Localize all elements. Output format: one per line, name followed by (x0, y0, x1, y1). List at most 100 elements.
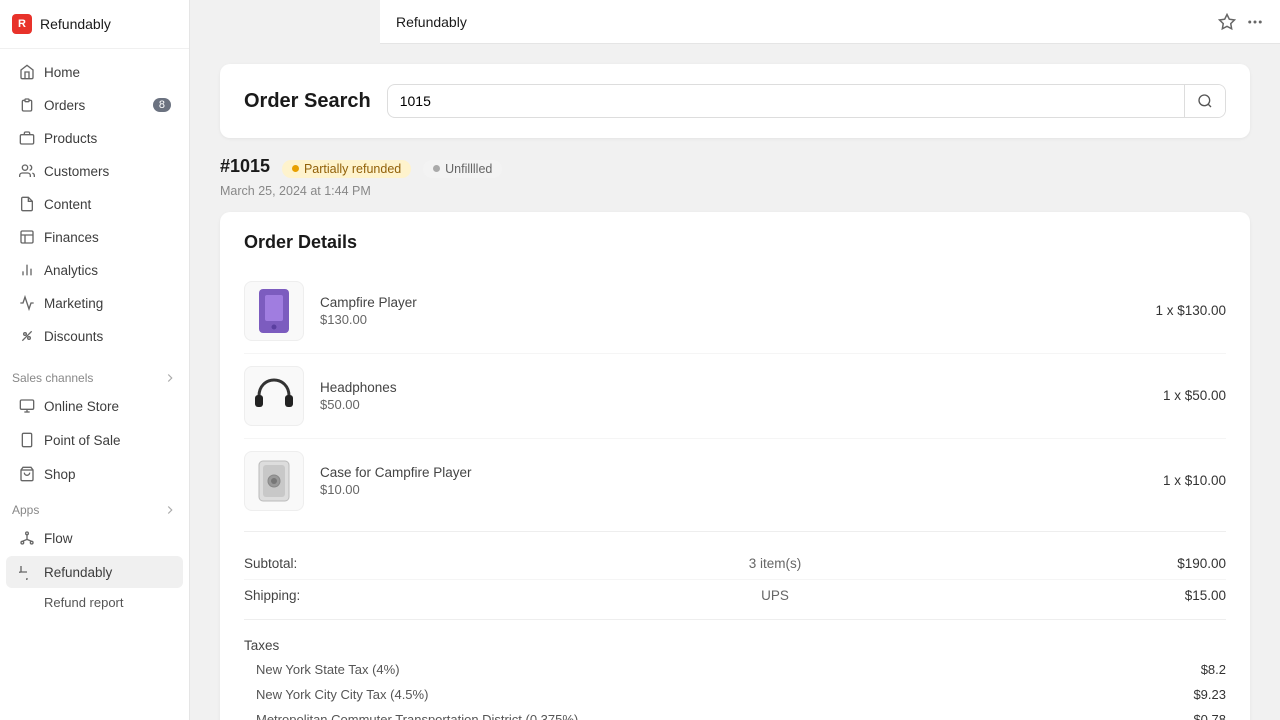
product-info-headphones: Headphones $50.00 (320, 380, 1163, 412)
sidebar-item-discounts[interactable]: Discounts (6, 320, 183, 352)
search-icon (1197, 93, 1213, 109)
topbar-icons (1218, 13, 1264, 31)
sidebar-item-label-point-of-sale: Point of Sale (44, 433, 121, 448)
online-store-icon (18, 397, 36, 415)
subtotal-row: Subtotal: 3 item(s) $190.00 (244, 548, 1226, 580)
product-qty-case: 1 x $10.00 (1163, 473, 1226, 488)
sidebar-item-online-store[interactable]: Online Store (6, 390, 183, 422)
tax-label-0: New York State Tax (4%) (244, 662, 1201, 677)
product-info-case: Case for Campfire Player $10.00 (320, 465, 1163, 497)
tax-row-0: New York State Tax (4%) $8.2 (244, 657, 1226, 682)
orders-icon (18, 96, 36, 114)
sidebar-item-analytics[interactable]: Analytics (6, 254, 183, 286)
sidebar-item-products[interactable]: Products (6, 122, 183, 154)
tax-value-2: $0.78 (1193, 712, 1226, 720)
sidebar-item-label-content: Content (44, 197, 91, 212)
sidebar-item-label-analytics: Analytics (44, 263, 98, 278)
badge-partial-refund: Partially refunded (282, 160, 411, 178)
refundably-icon (18, 563, 36, 581)
product-thumb-headphones (244, 366, 304, 426)
sidebar-item-label-refundably: Refundably (44, 565, 112, 580)
order-summary: Subtotal: 3 item(s) $190.00 Shipping: UP… (244, 548, 1226, 611)
sidebar-item-flow[interactable]: Flow (6, 522, 183, 554)
sidebar-item-finances[interactable]: Finances (6, 221, 183, 253)
products-icon (18, 129, 36, 147)
product-thumb-campfire (244, 281, 304, 341)
search-input[interactable] (388, 85, 1184, 117)
product-row-campfire: Campfire Player $130.00 1 x $130.00 (244, 269, 1226, 354)
sidebar-item-shop[interactable]: Shop (6, 458, 183, 490)
sidebar-item-label-customers: Customers (44, 164, 109, 179)
tax-row-1: New York City City Tax (4.5%) $9.23 (244, 682, 1226, 707)
finances-icon (18, 228, 36, 246)
shipping-carrier: UPS (404, 588, 1146, 603)
subtotal-value: $190.00 (1146, 556, 1226, 571)
product-row-headphones: Headphones $50.00 1 x $50.00 (244, 354, 1226, 439)
badge-unfulfilled: Unfilllled (423, 160, 502, 178)
home-icon (18, 63, 36, 81)
tax-value-0: $8.2 (1201, 662, 1226, 677)
chevron-right-icon (163, 371, 177, 385)
customers-icon (18, 162, 36, 180)
more-icon[interactable] (1246, 13, 1264, 31)
sidebar-item-customers[interactable]: Customers (6, 155, 183, 187)
sidebar-item-label-marketing: Marketing (44, 296, 103, 311)
order-search-card: Order Search (220, 64, 1250, 138)
point-of-sale-icon (18, 431, 36, 449)
product-qty-headphones: 1 x $50.00 (1163, 388, 1226, 403)
tax-row-2: Metropolitan Commuter Transportation Dis… (244, 707, 1226, 720)
sidebar-item-label-orders: Orders (44, 98, 85, 113)
taxes-section: Taxes New York State Tax (4%) $8.2 New Y… (244, 628, 1226, 720)
product-info-campfire: Campfire Player $130.00 (320, 295, 1155, 327)
sidebar-item-label-products: Products (44, 131, 97, 146)
content-icon (18, 195, 36, 213)
case-image (254, 456, 294, 506)
sidebar-item-label-discounts: Discounts (44, 329, 103, 344)
sidebar-item-label-home: Home (44, 65, 80, 80)
products-list: Campfire Player $130.00 1 x $130.00 (244, 269, 1226, 523)
sidebar-item-marketing[interactable]: Marketing (6, 287, 183, 319)
tax-value-1: $9.23 (1193, 687, 1226, 702)
main-content: Order Search #1015 Partially refunded Un… (190, 0, 1280, 720)
apps-chevron-icon (163, 503, 177, 517)
shipping-value: $15.00 (1146, 588, 1226, 603)
marketing-icon (18, 294, 36, 312)
badge-dot-gray (433, 165, 440, 172)
sidebar-sub-label-refund-report: Refund report (44, 595, 124, 610)
tax-label-2: Metropolitan Commuter Transportation Dis… (244, 712, 1193, 720)
orders-badge: 8 (153, 98, 171, 112)
search-button[interactable] (1184, 85, 1225, 117)
search-label: Order Search (244, 90, 371, 113)
details-title: Order Details (244, 232, 1226, 253)
topbar-title: Refundably (396, 14, 467, 30)
topbar: Refundably (380, 0, 1280, 44)
sidebar-item-label-shop: Shop (44, 467, 76, 482)
product-price-campfire: $130.00 (320, 312, 1155, 327)
app-logo-icon: R (12, 14, 32, 34)
sidebar-item-content[interactable]: Content (6, 188, 183, 220)
badge-dot-orange (292, 165, 299, 172)
sidebar-item-refundably[interactable]: Refundably (6, 556, 183, 588)
sales-channels-header: Sales channels (0, 359, 189, 389)
campfire-player-image (255, 287, 293, 335)
sidebar-item-refund-report[interactable]: Refund report (6, 590, 183, 615)
search-input-wrap (387, 84, 1226, 118)
pin-icon[interactable] (1218, 13, 1236, 31)
sidebar: R Refundably Home Orders 8 Products (0, 0, 190, 720)
sidebar-item-label-finances: Finances (44, 230, 99, 245)
subtotal-label: Subtotal: (244, 556, 404, 571)
tax-label-1: New York City City Tax (4.5%) (244, 687, 1193, 702)
product-price-case: $10.00 (320, 482, 1163, 497)
product-thumb-case (244, 451, 304, 511)
order-date: March 25, 2024 at 1:44 PM (220, 184, 1250, 198)
sidebar-item-point-of-sale[interactable]: Point of Sale (6, 424, 183, 456)
sidebar-item-orders[interactable]: Orders 8 (6, 89, 183, 121)
sidebar-item-home[interactable]: Home (6, 56, 183, 88)
sidebar-item-label-flow: Flow (44, 531, 73, 546)
product-row-case: Case for Campfire Player $10.00 1 x $10.… (244, 439, 1226, 523)
product-name-headphones: Headphones (320, 380, 1163, 395)
order-id: #1015 (220, 156, 270, 176)
flow-icon (18, 529, 36, 547)
shop-icon (18, 465, 36, 483)
product-price-headphones: $50.00 (320, 397, 1163, 412)
